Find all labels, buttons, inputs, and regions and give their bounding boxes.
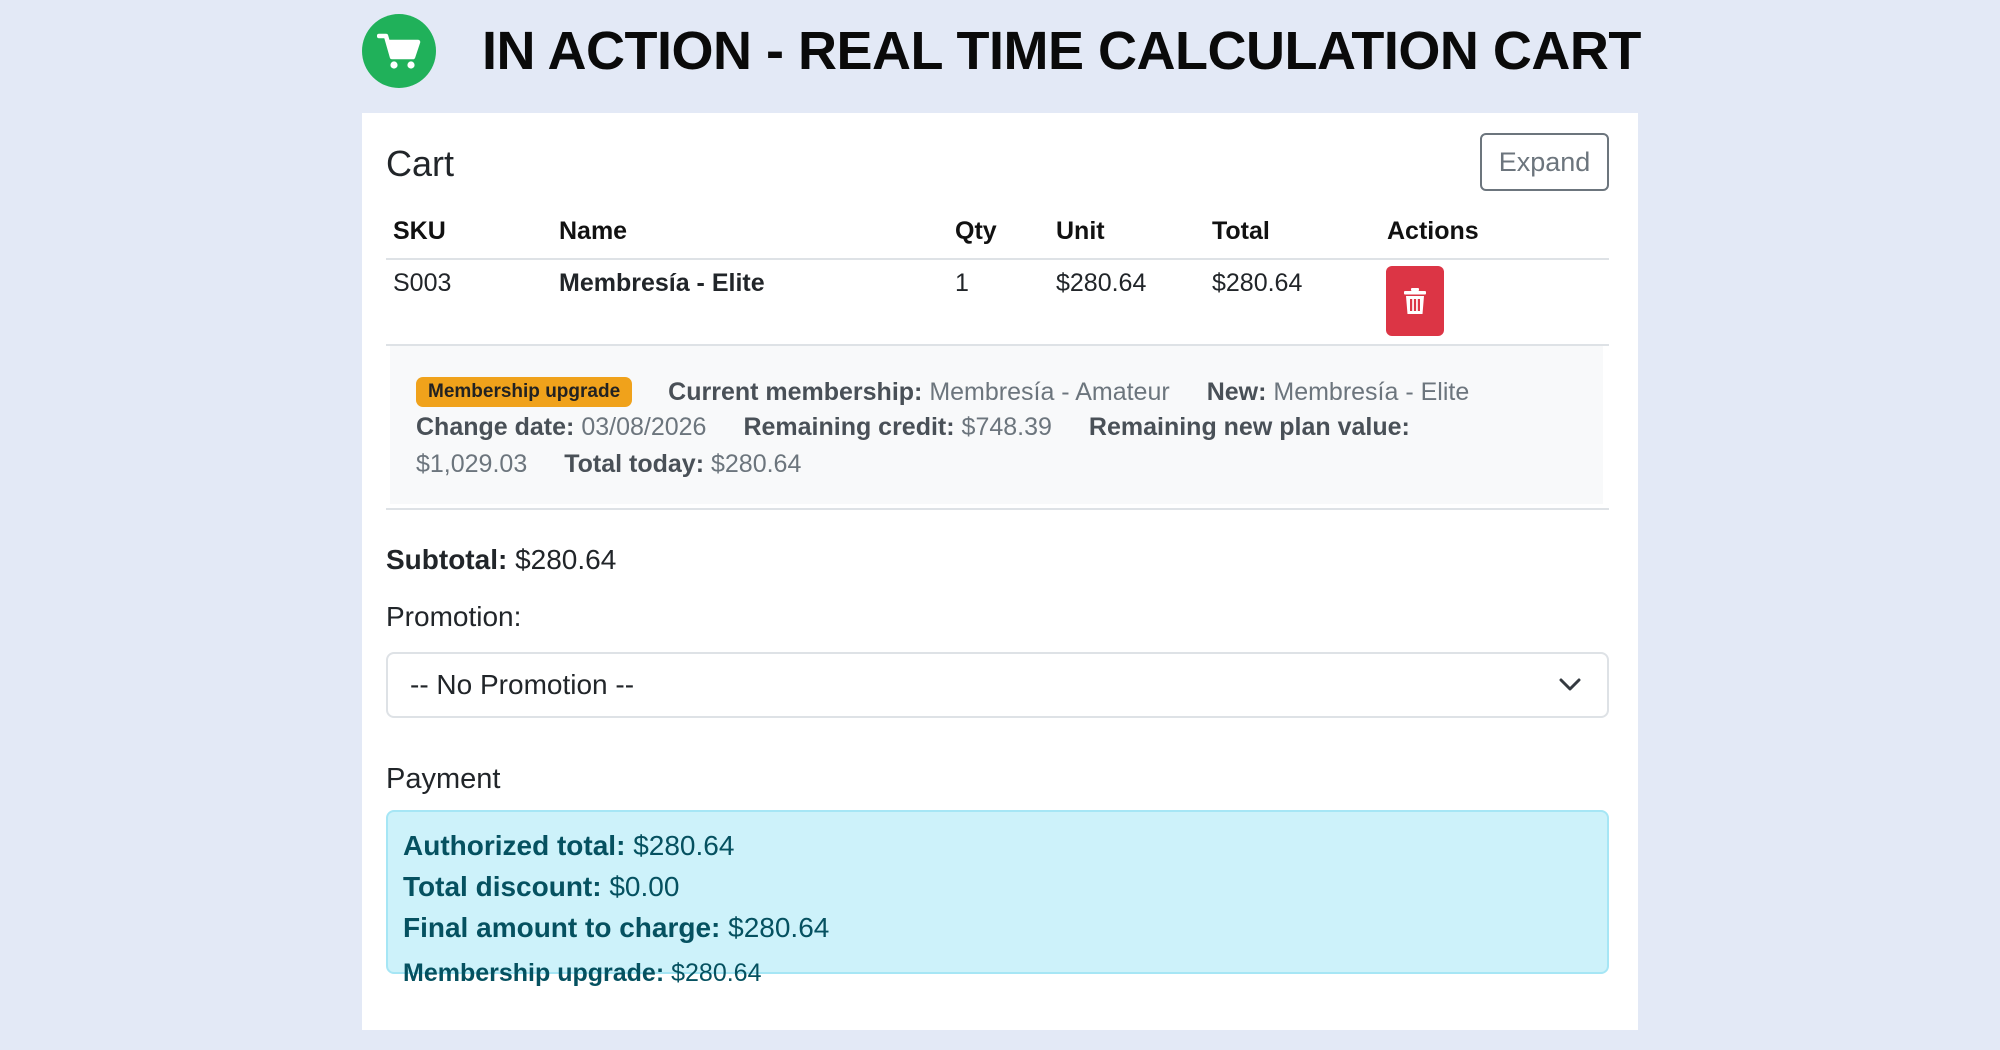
membership-upgrade-details: Membership upgrade Current membership: M… [390, 346, 1603, 504]
membership-upgrade-badge: Membership upgrade [416, 377, 633, 407]
subtotal: Subtotal: $280.64 [386, 544, 617, 575]
upgrade-line-2: Change date: 03/08/2026 Remaining credit… [416, 413, 1410, 442]
final-amount: Final amount to charge: $280.64 [403, 912, 830, 943]
column-header-name: Name [559, 217, 628, 245]
total-discount: Total discount: $0.00 [403, 871, 680, 902]
remaining-new-plan-value: $1,029.03 [416, 450, 528, 478]
banner: IN ACTION - REAL TIME CALCULATION CART [362, 14, 1641, 88]
trash-icon [1404, 288, 1426, 314]
shopping-cart-icon [362, 14, 436, 88]
table-header-divider [386, 258, 1609, 260]
upgrade-divider [386, 508, 1609, 510]
promotion-selected-value: -- No Promotion -- [410, 669, 635, 700]
column-header-total: Total [1212, 217, 1270, 245]
row-unit-price: $280.64 [1056, 269, 1147, 297]
change-date: Change date: 03/08/2026 [416, 413, 707, 441]
remaining-credit: Remaining credit: $748.39 [743, 413, 1052, 441]
current-membership: Current membership: Membresía - Amateur [668, 377, 1170, 406]
column-header-unit: Unit [1056, 217, 1105, 245]
upgrade-line-1: Membership upgrade Current membership: M… [416, 377, 1469, 407]
total-today: Total today: $280.64 [564, 450, 802, 478]
chevron-down-icon [1559, 678, 1581, 691]
cart-panel: Cart Expand SKU Name Qty Unit Total Acti… [362, 113, 1638, 1030]
promotion-select[interactable]: -- No Promotion -- [386, 652, 1609, 718]
row-sku: S003 [393, 269, 452, 297]
payment-summary: Authorized total: $280.64 Total discount… [386, 810, 1609, 987]
cart-title: Cart [386, 143, 455, 184]
column-header-sku: SKU [393, 217, 446, 245]
promotion-label: Promotion: [386, 601, 522, 632]
remaining-new-plan-label: Remaining new plan value: [1088, 413, 1410, 441]
expand-button[interactable]: Expand [1480, 133, 1609, 191]
delete-item-button[interactable] [1386, 266, 1444, 336]
row-qty: 1 [955, 269, 969, 297]
column-header-qty: Qty [955, 217, 997, 245]
upgrade-line-3: $1,029.03 Total today: $280.64 [416, 450, 801, 479]
row-total: $280.64 [1212, 269, 1303, 297]
authorized-total: Authorized total: $280.64 [403, 830, 735, 861]
row-name: Membresía - Elite [559, 269, 765, 297]
banner-title: IN ACTION - REAL TIME CALCULATION CART [482, 21, 1641, 81]
new-membership: New: Membresía - Elite [1206, 377, 1470, 406]
membership-upgrade-amount: Membership upgrade: $280.64 [403, 959, 762, 987]
payment-title: Payment [386, 763, 501, 795]
column-header-actions: Actions [1387, 217, 1479, 245]
